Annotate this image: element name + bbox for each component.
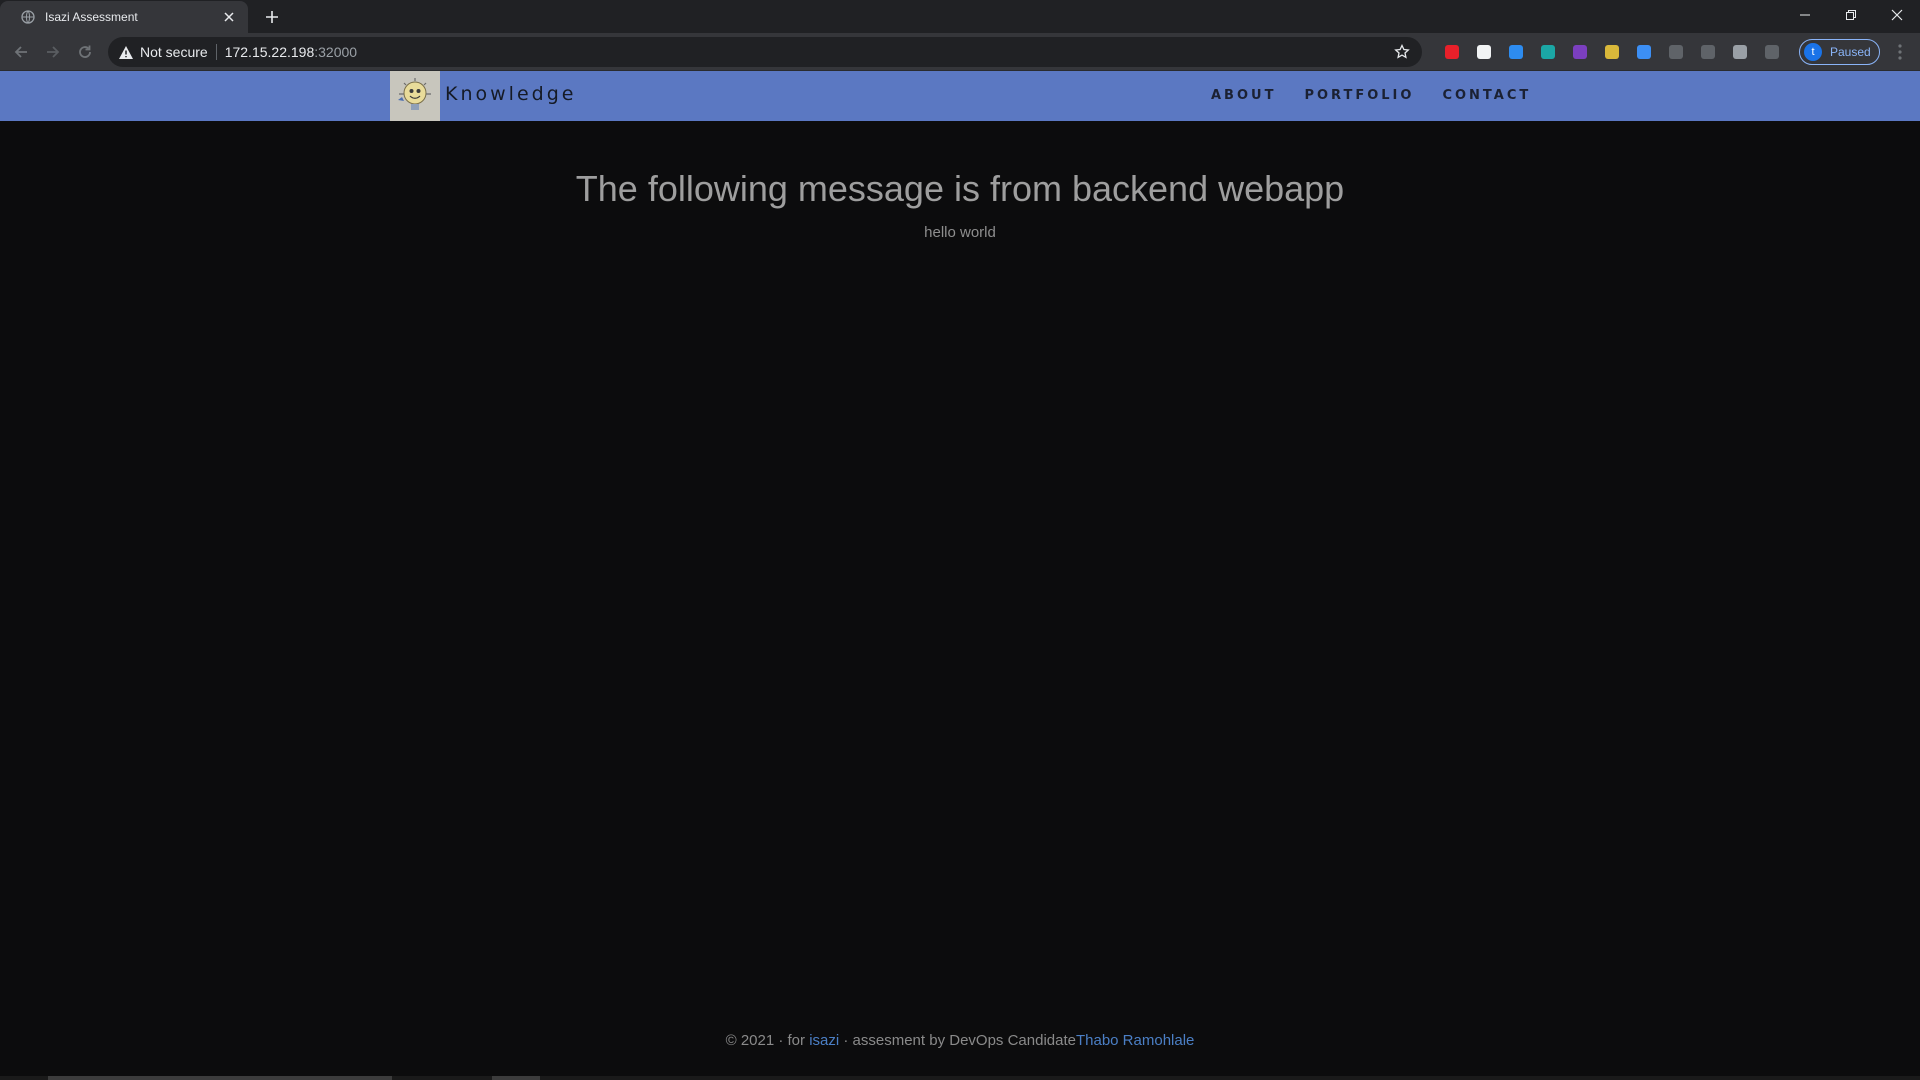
chrome-blue-icon[interactable] [1632,40,1656,64]
nav-link-portfolio[interactable]: PORTFOLIO [1304,88,1414,103]
folder-icon[interactable] [1600,40,1624,64]
folder-extension-glyph [1605,45,1619,59]
browser-tab[interactable]: Isazi Assessment [0,1,248,33]
url-port: :32000 [314,44,358,60]
warning-icon [118,44,134,60]
footer-prefix: © 2021 · for [725,1032,810,1049]
lightbulb-logo-icon[interactable] [390,71,440,121]
puzzle-extension-glyph [1765,45,1779,59]
red-hand-icon[interactable] [1440,40,1464,64]
puzzle-icon[interactable] [1760,40,1784,64]
browser-toolbar: Not secure 172.15.22.198:32000 t Paused [0,33,1920,71]
backend-message: hello world [924,224,996,241]
profile-status: Paused [1830,45,1871,59]
m-teal-icon[interactable] [1536,40,1560,64]
address-bar[interactable]: Not secure 172.15.22.198:32000 [108,37,1422,67]
nav-link-contact[interactable]: CONTACT [1442,88,1531,103]
minimize-icon[interactable] [1782,0,1828,30]
back-arrow-icon[interactable] [9,40,33,64]
c-blue-icon[interactable] [1504,40,1528,64]
nav-link-about[interactable]: ABOUT [1211,88,1276,103]
search-box-icon[interactable] [1728,40,1752,64]
box-extension-glyph [1669,45,1683,59]
footer-link-author[interactable]: Thabo Ramohlale [1076,1032,1194,1049]
security-label[interactable]: Not secure [140,44,208,60]
window-controls [1782,0,1920,30]
white-circle-extension-glyph [1477,45,1491,59]
tab-title: Isazi Assessment [45,10,138,24]
search-box-extension-glyph [1733,45,1747,59]
reload-icon[interactable] [73,40,97,64]
avatar: t [1804,43,1822,61]
page-title: The following message is from backend we… [575,168,1345,209]
restore-icon[interactable] [1828,0,1874,30]
globe-icon [20,9,36,25]
close-window-icon[interactable] [1874,0,1920,30]
footer: © 2021 · for isazi · assesment by DevOps… [0,1032,1920,1049]
red-hand-extension-glyph [1445,45,1459,59]
bookmark-star-icon[interactable] [1392,42,1412,62]
horizontal-scrollbar[interactable] [0,1076,1920,1080]
download-extension-glyph [1701,45,1715,59]
nav-links: ABOUT PORTFOLIO CONTACT [1211,88,1559,103]
forward-arrow-icon[interactable] [41,40,65,64]
new-tab-button[interactable] [260,5,284,29]
box-icon[interactable] [1664,40,1688,64]
onenote-icon[interactable] [1568,40,1592,64]
more-menu-icon[interactable] [1888,40,1912,64]
m-teal-extension-glyph [1541,45,1555,59]
chrome-blue-extension-glyph [1637,45,1651,59]
extensions-row [1440,40,1792,64]
brand-name[interactable]: Knowledge [445,83,576,105]
c-blue-extension-glyph [1509,45,1523,59]
url-host: 172.15.22.198 [224,44,315,60]
white-circle-icon[interactable] [1472,40,1496,64]
address-separator [215,44,217,60]
tab-strip: Isazi Assessment [0,0,1920,33]
tab-close-icon[interactable] [220,8,238,26]
scrollbar-thumb-secondary[interactable] [492,1076,540,1080]
profile-button[interactable]: t Paused [1799,39,1880,65]
scrollbar-thumb[interactable] [48,1076,392,1080]
footer-link-isazi[interactable]: isazi [809,1032,839,1049]
site-navbar: Knowledge ABOUT PORTFOLIO CONTACT [0,71,1920,121]
download-icon[interactable] [1696,40,1720,64]
footer-middle: · assesment by DevOps Candidate [839,1032,1076,1049]
onenote-extension-glyph [1573,45,1587,59]
